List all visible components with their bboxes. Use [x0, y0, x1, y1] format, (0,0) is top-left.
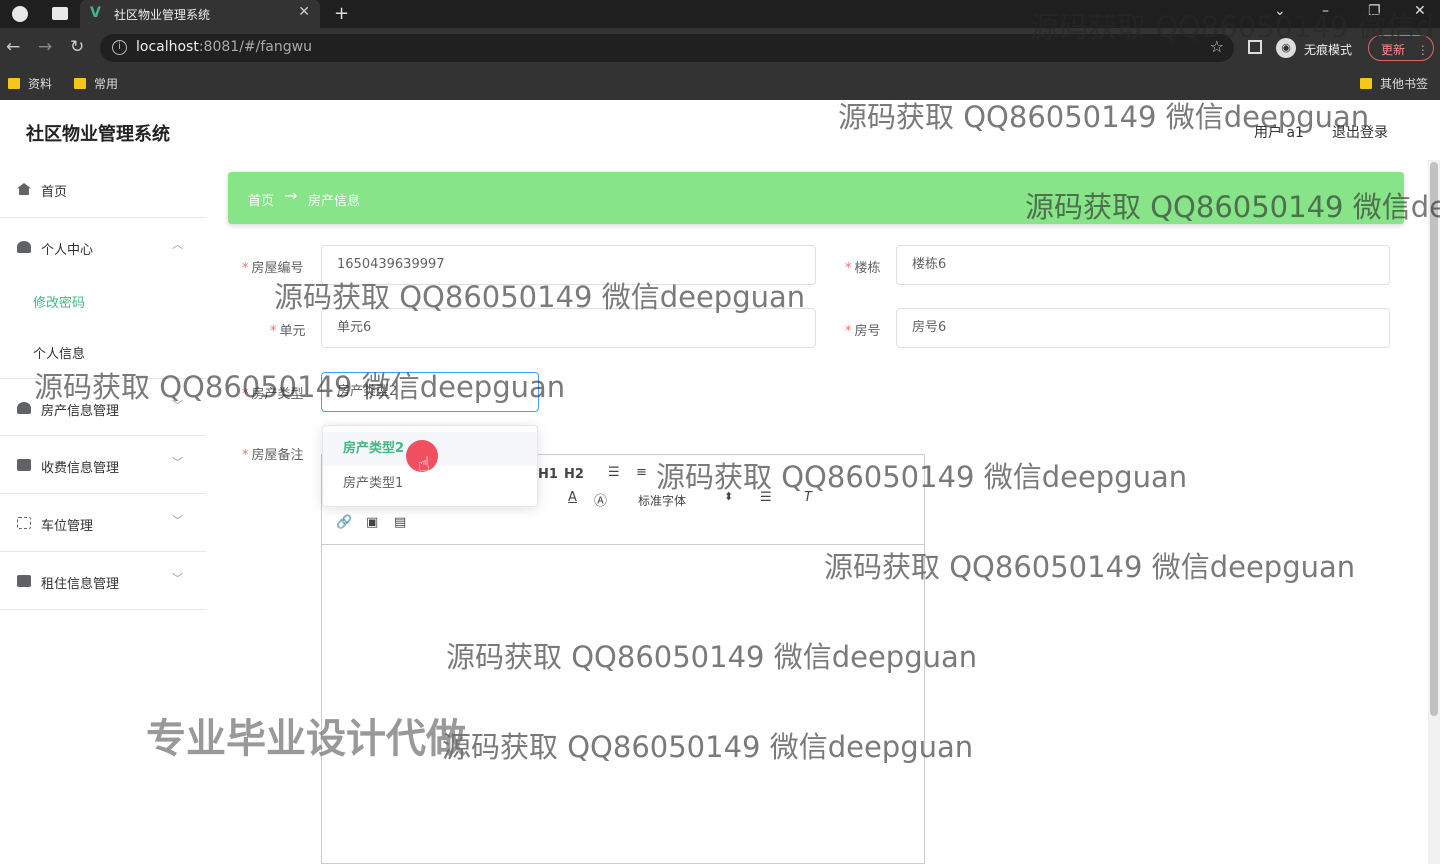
scrollbar-thumb[interactable] — [1430, 162, 1438, 716]
browser-tab[interactable]: V 社区物业管理系统 ✕ — [80, 0, 320, 28]
watermark: 源码获取 QQ86050149 微信de — [1025, 190, 1440, 224]
arrow-right-icon: → — [284, 186, 298, 205]
required-mark: * — [845, 261, 852, 276]
page-scrollbar[interactable] — [1428, 160, 1440, 864]
video-icon[interactable]: ▤ — [394, 515, 406, 530]
watermark: 源码获取 QQ86050149 微信deepguan — [656, 460, 1188, 494]
sidebar-subitem-change-password[interactable]: 修改密码 — [33, 292, 85, 311]
fullscreen-icon — [17, 517, 31, 529]
sidebar-item-rental[interactable]: 租住信息管理 ﹀ — [0, 552, 206, 610]
image-icon[interactable]: ▣ — [366, 515, 378, 530]
monitor-icon — [17, 459, 31, 471]
bookmark-folder-common[interactable]: 常用 — [74, 75, 118, 92]
url-host: localhost — [136, 39, 199, 55]
promo-watermark: 专业毕业设计代做 — [146, 716, 466, 762]
sidebar-item-label: 车位管理 — [41, 519, 94, 534]
tab-close-icon[interactable]: ✕ — [298, 4, 310, 20]
watermark: 源码获取 QQ86050149 微信d — [1030, 10, 1435, 44]
unit-label: * 单元 — [270, 320, 306, 339]
sidebar-item-label: 首页 — [41, 185, 68, 200]
required-mark: * — [242, 261, 249, 276]
room-input[interactable]: 房号6 — [896, 308, 1390, 348]
breadcrumb-home[interactable]: 首页 — [248, 190, 274, 209]
watermark: 源码获取 QQ86050149 微信deepguan — [442, 730, 974, 764]
watermark: 源码获取 QQ86050149 微信deepguan — [34, 370, 566, 404]
link-icon[interactable]: 🔗 — [336, 515, 352, 530]
folder-icon — [1360, 78, 1372, 89]
forward-icon[interactable]: → — [38, 37, 52, 57]
building-label-text: 楼栋 — [854, 261, 881, 276]
building-input[interactable]: 楼栋6 — [896, 245, 1390, 285]
remark-label: * 房屋备注 — [242, 444, 304, 463]
bullet-list-icon[interactable]: ≡ — [636, 465, 647, 480]
sidebar-item-label: 收费信息管理 — [41, 461, 120, 476]
watermark: 源码获取 QQ86050149 微信deepguan — [824, 550, 1356, 584]
required-mark: * — [242, 448, 249, 463]
ordered-list-icon[interactable]: ☰ — [608, 465, 620, 480]
app-title: 社区物业管理系统 — [26, 124, 170, 145]
hand-cursor-icon: ☝ — [418, 452, 431, 476]
bookmark-folder-resources[interactable]: 资料 — [8, 75, 52, 92]
breadcrumb-current: 房产信息 — [308, 194, 361, 209]
header1-button[interactable]: H1 — [538, 467, 558, 482]
header2-button[interactable]: H2 — [564, 467, 584, 482]
sidebar-item-fees[interactable]: 收费信息管理 ﹀ — [0, 436, 206, 494]
sidebar-item-label: 个人中心 — [41, 243, 94, 258]
user-icon — [17, 241, 31, 253]
chevron-up-icon: ︿ — [172, 238, 183, 251]
url-path: :8081/#/fangwu — [198, 39, 312, 55]
other-bookmarks[interactable]: 其他书签 — [1360, 75, 1428, 92]
watermark: 源码获取 QQ86050149 微信deepguan — [446, 640, 978, 674]
other-bookmarks-label: 其他书签 — [1380, 77, 1429, 91]
tab-overview-icon[interactable] — [52, 7, 68, 20]
remark-label-text: 房屋备注 — [251, 448, 304, 463]
bookmark-label: 常用 — [94, 77, 119, 91]
folder-icon — [8, 78, 20, 89]
monitor-icon — [17, 575, 31, 587]
reload-icon[interactable]: ↻ — [70, 37, 84, 57]
chevron-down-icon: ﹀ — [172, 514, 183, 527]
sidebar-item-personal-center[interactable]: 个人中心 ︿ — [0, 218, 206, 276]
browser-menu-icon[interactable] — [12, 6, 28, 22]
folder-icon — [74, 78, 86, 89]
watermark: 源码获取 QQ86050149 微信deepguan — [274, 280, 806, 314]
required-mark: * — [270, 324, 277, 339]
tab-title: 社区物业管理系统 — [114, 8, 211, 22]
vue-favicon-icon: V — [90, 5, 101, 21]
new-tab-icon[interactable]: + — [334, 3, 349, 24]
room-label-text: 房号 — [854, 324, 881, 339]
sidebar-item-parking[interactable]: 车位管理 ﹀ — [0, 494, 206, 552]
sidebar-subitem-personal-info[interactable]: 个人信息 — [33, 343, 85, 362]
home-icon — [17, 183, 31, 195]
user-icon — [17, 402, 31, 414]
site-info-icon[interactable]: i — [112, 40, 127, 55]
chevron-down-icon: ﹀ — [172, 572, 183, 585]
back-icon[interactable]: ← — [6, 37, 20, 57]
room-label: * 房号 — [845, 320, 881, 339]
sidebar-item-home[interactable]: 首页 — [0, 160, 206, 218]
building-label: * 楼栋 — [845, 257, 881, 276]
font-color-icon[interactable]: A — [568, 490, 577, 505]
sidebar-item-label: 租住信息管理 — [41, 577, 120, 592]
bookmark-label: 资料 — [28, 77, 53, 91]
unit-label-text: 单元 — [279, 324, 306, 339]
background-color-icon[interactable]: Ⓐ — [594, 490, 607, 509]
watermark: 源码获取 QQ86050149 微信deepguan — [838, 100, 1370, 134]
url-text: localhost:8081/#/fangwu — [136, 39, 312, 55]
chevron-down-icon: ﹀ — [172, 456, 183, 469]
required-mark: * — [845, 324, 852, 339]
